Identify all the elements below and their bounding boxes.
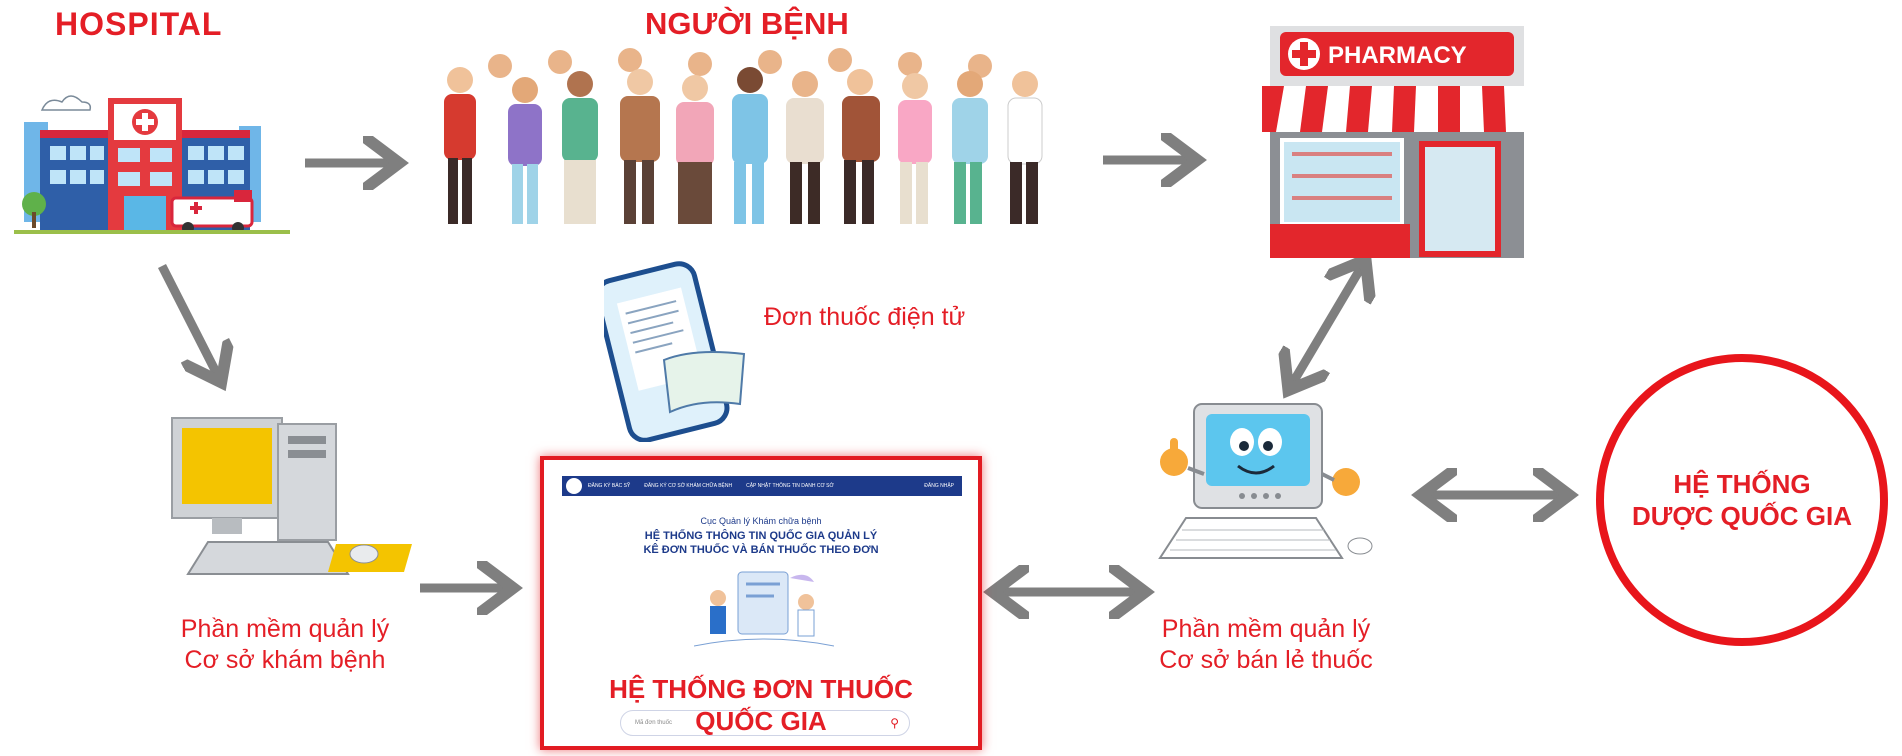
portal-agency-name: Cục Quản lý Khám chữa bệnh	[700, 516, 822, 526]
portal-nav-bar: ĐĂNG KÝ BÁC SỸ ĐĂNG KÝ CƠ SỞ KHÁM CHỮA B…	[562, 476, 962, 496]
hospital-title: HOSPITAL	[55, 6, 223, 42]
pharmacy-sign-text: PHARMACY	[1328, 42, 1467, 69]
portal-nav-item: ĐĂNG KÝ BÁC SỸ	[588, 483, 631, 489]
clinic-computer-illustration	[171, 417, 412, 575]
patients-illustration	[444, 48, 1043, 224]
portal-headline-2: KÊ ĐƠN THUỐC VÀ BÁN THUỐC THEO ĐƠN	[643, 544, 879, 556]
portal-doctors-illustration	[694, 571, 834, 647]
pharmacy-illustration: PHARMACY	[1262, 26, 1532, 258]
clinic-software-label-line1: Phần mềm quản lý	[180, 615, 390, 643]
retail-software-label-line1: Phần mềm quản lý	[1161, 615, 1371, 643]
national-pharma-system-line1: HỆ THỐNG	[1673, 468, 1811, 499]
e-prescription-label: Đơn thuốc điện tử	[764, 303, 966, 331]
arrow-pharmacy-retail	[1292, 266, 1362, 384]
national-rx-system-title-line1: HỆ THỐNG ĐƠN THUỐC	[609, 674, 913, 704]
arrow-hospital-to-clinic-software	[157, 263, 218, 376]
patients-title: NGƯỜI BỆNH	[645, 6, 849, 41]
clinic-software-label: Phần mềm quản lý Cơ sở khám bệnh	[150, 614, 420, 677]
national-rx-system-title-line2: QUỐC GIA	[695, 706, 827, 736]
national-pharma-system-circle: HỆ THỐNG DƯỢC QUỐC GIA	[1596, 354, 1888, 646]
portal-login-link: ĐĂNG NHẬP	[924, 483, 954, 489]
portal-headline-1: HỆ THỐNG THÔNG TIN QUỐC GIA QUẢN LÝ	[644, 530, 878, 542]
retail-computer-mascot-illustration	[1158, 403, 1373, 559]
retail-software-label: Phần mềm quản lý Cơ sở bán lẻ thuốc	[1126, 614, 1406, 677]
clinic-software-label-line2: Cơ sở khám bệnh	[184, 646, 386, 675]
portal-nav-item: CẬP NHẬT THÔNG TIN DANH CƠ SỞ	[746, 483, 834, 489]
national-rx-portal-screenshot: ĐĂNG KÝ BÁC SỸ ĐĂNG KÝ CƠ SỞ KHÁM CHỮA B…	[540, 456, 982, 750]
portal-nav-item: ĐĂNG KÝ CƠ SỞ KHÁM CHỮA BỆNH	[644, 483, 733, 489]
e-prescription-phone-illustration	[604, 261, 746, 442]
hospital-illustration	[14, 95, 290, 234]
portal-logo-icon	[566, 478, 582, 494]
retail-software-label-line2: Cơ sở bán lẻ thuốc	[1159, 646, 1373, 675]
national-pharma-system-line2: DƯỢC QUỐC GIA	[1632, 501, 1852, 531]
